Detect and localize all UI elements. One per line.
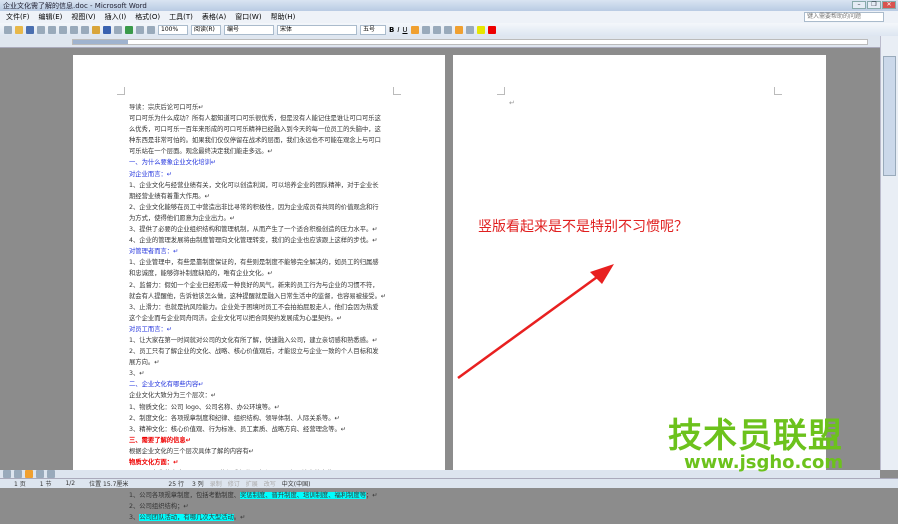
outline-view-icon[interactable] [36,470,44,478]
document-line: 1、公司各项规章制度，包括考勤制度、奖惩制度、晋升制度、培训制度、福利制度等；↵ [129,490,394,501]
web-view-icon[interactable] [14,470,22,478]
line-text: 3、 [129,514,140,522]
highlighted-text: 公司团队活动，有哪几次大型活动 [139,514,234,522]
document-line: 3、公司团队活动，有哪几次大型活动。↵ [129,512,394,523]
reading-view-icon[interactable] [47,470,55,478]
scrollbar-thumb[interactable] [883,56,896,176]
status-bar: 1 页 1 节 1/2 位置 15.7厘米 25 行 3 列 录制 修订 扩展 … [0,478,898,488]
status-rec[interactable]: 录制 [210,479,222,488]
watermark-url: www.jsgho.com [684,452,844,473]
line-text: 1、公司各项规章制度，包括考勤制度、 [129,492,241,500]
red-arrow-annotation [457,264,614,380]
status-position: 位置 15.7厘米 [89,481,129,488]
vertical-scrollbar[interactable] [880,36,898,470]
status-section: 1 节 [39,481,52,488]
normal-view-icon[interactable] [3,470,11,478]
status-col: 3 列 [191,481,204,488]
status-trk[interactable]: 修订 [228,479,240,488]
print-view-icon[interactable] [25,470,33,478]
status-line: 25 行 [168,481,184,488]
status-page: 1 页 [14,481,26,488]
document-line: 2、公司组织结构；↵ [129,501,394,512]
line-text: 2、公司组织结构；↵ [129,503,189,511]
line-text: ；↵ [366,492,378,500]
watermark-logo: 技术员联盟 www.jsgho.com [668,418,843,472]
status-pages: 1/2 [65,480,76,487]
status-language: 中文(中国) [281,481,311,488]
line-text: 。↵ [233,514,246,522]
status-ext[interactable]: 扩展 [246,479,258,488]
highlighted-text: 奖惩制度、晋升制度、培训制度、福利制度等 [240,492,366,500]
watermark-name: 技术员联盟 [668,416,843,456]
status-ovr[interactable]: 改写 [264,479,276,488]
